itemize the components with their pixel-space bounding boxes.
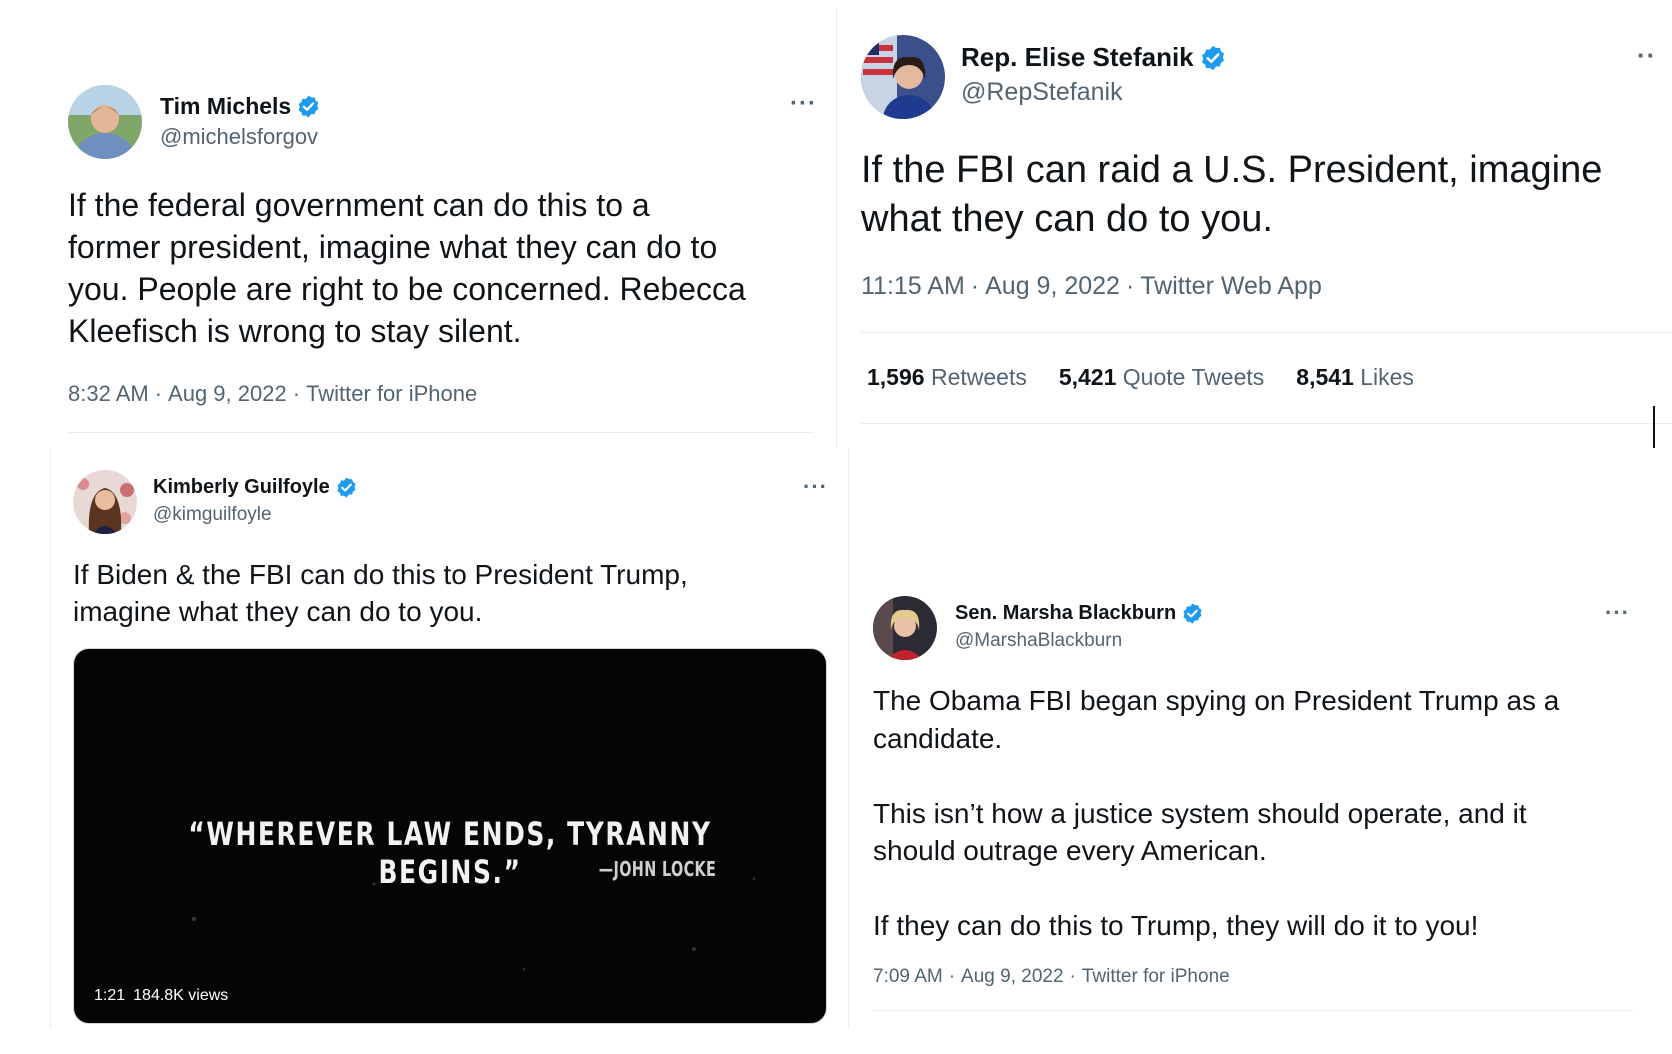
verified-badge-icon <box>335 476 358 499</box>
author-handle[interactable]: @MarshaBlackburn <box>955 630 1122 652</box>
quote-tweets-count: 5,421 <box>1058 364 1117 390</box>
avatar-michels-image <box>68 85 142 159</box>
author-handle[interactable]: @RepStefanik <box>961 78 1123 107</box>
likes-stat[interactable]: 8,541 Likes <box>1296 364 1414 391</box>
avatar-stefanik[interactable] <box>861 35 945 119</box>
more-horizontal-icon[interactable]: ··· <box>790 90 817 118</box>
divider <box>68 432 814 433</box>
divider <box>873 1010 1633 1011</box>
verified-badge-icon <box>1199 44 1227 72</box>
tweet-blackburn: Sen. Marsha Blackburn @MarshaBlackburn ·… <box>849 560 1649 1040</box>
author-name[interactable]: Tim Michels <box>160 93 291 120</box>
author-handle[interactable]: @kimguilfoyle <box>153 504 272 526</box>
tweet-time[interactable]: 7:09 AM <box>873 966 943 987</box>
retweets-label: Retweets <box>930 364 1027 390</box>
tweet-date[interactable]: Aug 9, 2022 <box>168 381 287 406</box>
avatar-blackburn[interactable] <box>873 596 937 660</box>
author-name[interactable]: Kimberly Guilfoyle <box>153 476 330 499</box>
video-duration: 1:21 <box>94 987 126 1004</box>
divider <box>861 332 1672 333</box>
divider <box>861 423 1672 424</box>
avatar-stefanik-image <box>861 35 945 119</box>
tweet-text: If the FBI can raid a U.S. President, im… <box>861 149 1603 240</box>
more-horizontal-icon[interactable]: ··· <box>1605 600 1630 626</box>
tweet-source[interactable]: Twitter for iPhone <box>306 381 477 406</box>
video-attribution: —JOHN LOCKE <box>598 857 716 881</box>
avatar-michels[interactable] <box>68 85 142 159</box>
tweet-source[interactable]: Twitter Web App <box>1140 272 1322 300</box>
tweet-stefanik: Rep. Elise Stefanik @RepStefanik ·· If t… <box>837 0 1672 448</box>
avatar-guilfoyle-image <box>73 470 137 534</box>
retweets-count: 1,596 <box>867 364 925 390</box>
video-views: 184.8K views <box>133 987 229 1004</box>
tweet-time[interactable]: 11:15 AM <box>861 272 965 300</box>
more-horizontal-icon[interactable]: ··· <box>803 474 828 500</box>
text-cursor <box>1653 406 1655 448</box>
likes-count: 8,541 <box>1296 364 1354 390</box>
tweet-source[interactable]: Twitter for iPhone <box>1082 966 1230 987</box>
tweet-text: If the federal government can do this to… <box>68 187 746 349</box>
verified-badge-icon <box>1181 602 1204 625</box>
avatar-guilfoyle[interactable] <box>73 470 137 534</box>
verified-badge-icon <box>296 94 321 119</box>
tweet-text: The Obama FBI began spying on President … <box>873 685 1560 941</box>
tweet-text: If Biden & the FBI can do this to Presid… <box>73 559 688 627</box>
more-horizontal-icon[interactable]: ·· <box>1637 40 1656 71</box>
tweet-stats: 1,596 Retweets 5,421 Quote Tweets 8,541 … <box>867 364 1414 391</box>
video-player[interactable]: “WHEREVER LAW ENDS, TYRANNY BEGINS.” —JO… <box>73 648 827 1024</box>
tweet-time[interactable]: 8:32 AM <box>68 381 149 406</box>
author-name[interactable]: Sen. Marsha Blackburn <box>955 602 1176 625</box>
video-badge: 1:21 184.8K views <box>94 987 236 1005</box>
tweet-guilfoyle: Kimberly Guilfoyle @kimguilfoyle ··· If … <box>51 448 848 1038</box>
avatar-blackburn-image <box>873 596 937 660</box>
likes-label: Likes <box>1360 364 1414 390</box>
author-name[interactable]: Rep. Elise Stefanik <box>961 42 1194 73</box>
quote-tweets-label: Quote Tweets <box>1122 364 1265 390</box>
tweet-michels: Tim Michels @michelsforgov ··· If the fe… <box>0 0 836 440</box>
tweet-date[interactable]: Aug 9, 2022 <box>985 272 1120 300</box>
retweets-stat[interactable]: 1,596 Retweets <box>867 364 1027 391</box>
author-handle[interactable]: @michelsforgov <box>160 124 318 150</box>
quote-tweets-stat[interactable]: 5,421 Quote Tweets <box>1059 364 1264 391</box>
tweet-date[interactable]: Aug 9, 2022 <box>961 966 1063 987</box>
